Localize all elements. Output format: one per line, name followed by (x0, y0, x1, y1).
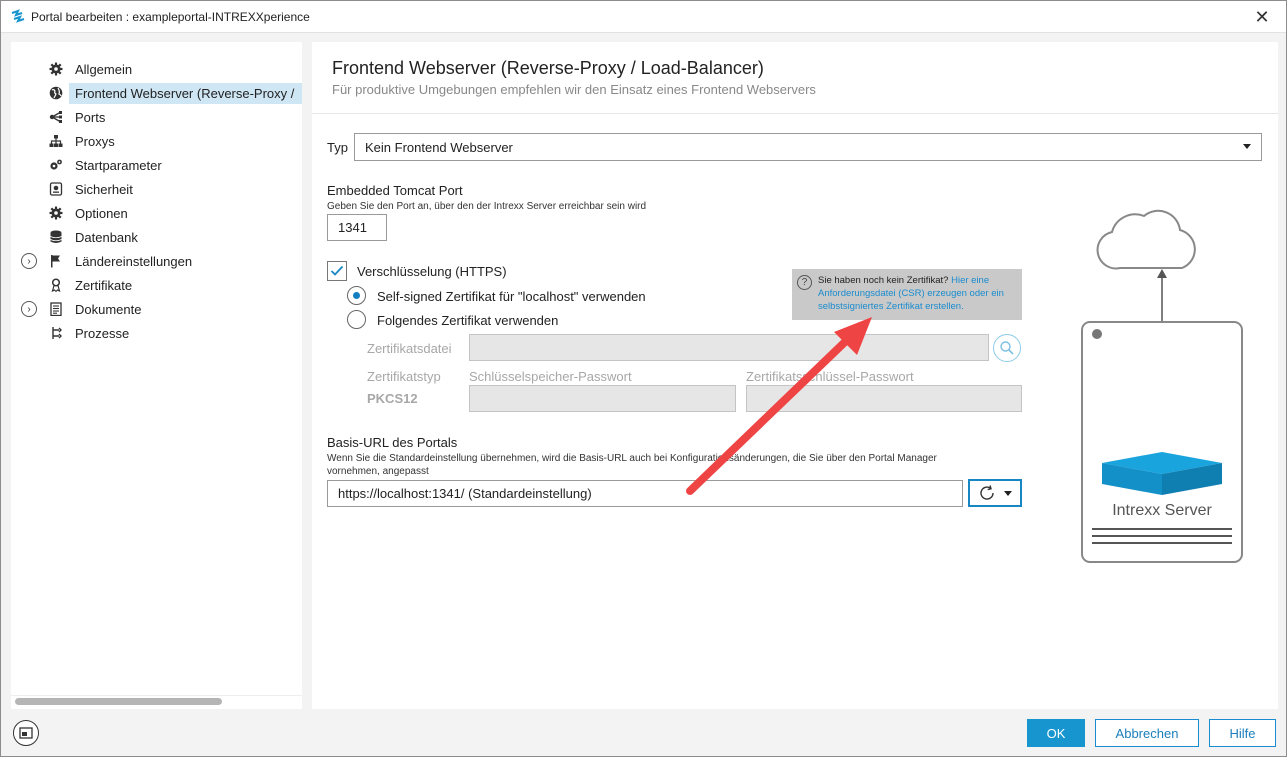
gear-icon (47, 60, 65, 78)
cloud-icon (1096, 209, 1196, 270)
sidebar-item-label: Frontend Webserver (Reverse-Proxy / (69, 82, 302, 104)
typ-label: Typ (327, 140, 348, 155)
sidebar-item-frontend-webserver[interactable]: Frontend Webserver (Reverse-Proxy / (11, 81, 302, 105)
dialog-window: Portal bearbeiten : exampleportal-INTREX… (0, 0, 1287, 757)
gears-icon (47, 156, 65, 174)
https-checkbox[interactable] (327, 261, 347, 281)
process-icon (47, 324, 65, 342)
cert-key-password-label: Zertifikatsschlüssel-Passwort (746, 369, 914, 384)
window-icon (19, 727, 33, 739)
globe-icon (47, 84, 65, 102)
sidebar-item-label: Ländereinstellungen (75, 253, 193, 269)
expand-icon[interactable]: › (21, 301, 37, 317)
base-url-help: Wenn Sie die Standardeinstellung überneh… (327, 453, 937, 477)
document-icon (47, 300, 65, 318)
ports-icon (47, 108, 65, 126)
sidebar-item-label: Proxys (75, 133, 115, 149)
checkmark-icon (330, 265, 344, 276)
keystore-password-label: Schlüsselspeicher-Passwort (469, 369, 632, 384)
sidebar-item-datenbank[interactable]: Datenbank (11, 225, 302, 249)
title-bar: Portal bearbeiten : exampleportal-INTREX… (1, 1, 1286, 33)
sidebar-item-label: Prozesse (75, 325, 130, 341)
chevron-down-icon (1243, 144, 1251, 149)
sidebar-item-label: Datenbank (75, 229, 138, 245)
sidebar-item-dokumente[interactable]: › Dokumente (11, 297, 302, 321)
certificate-hint: ? Sie haben noch kein Zertifikat? Hier e… (792, 269, 1022, 320)
keystore-password-input[interactable] (469, 385, 736, 412)
typ-select-value: Kein Frontend Webserver (365, 139, 513, 155)
sidebar-item-label: Dokumente (75, 301, 142, 317)
database-icon (47, 228, 65, 246)
base-url-input[interactable]: https://localhost:1341/ (Standardeinstel… (327, 480, 963, 507)
window-toggle-button[interactable] (13, 720, 39, 746)
tomcat-port-value: 1341 (338, 220, 367, 235)
cert-key-password-input[interactable] (746, 385, 1022, 412)
network-icon (47, 132, 65, 150)
https-label: Verschlüsselung (HTTPS) (357, 264, 507, 279)
intrexx-logo-icon (11, 9, 25, 23)
radio-following-cert-label: Folgendes Zertifikat verwenden (377, 313, 559, 328)
radio-self-signed-label: Self-signed Zertifikat für "localhost" v… (377, 289, 646, 304)
sidebar-item-prozesse[interactable]: Prozesse (11, 321, 302, 345)
horizontal-scrollbar[interactable] (11, 695, 302, 709)
help-button[interactable]: Hilfe (1209, 719, 1276, 747)
sidebar-item-sicherheit[interactable]: Sicherheit (11, 177, 302, 201)
chevron-down-icon (1004, 490, 1012, 496)
sidebar-item-allgemein[interactable]: Allgemein (11, 57, 302, 81)
radio-following-cert[interactable] (347, 310, 366, 329)
window-title: Portal bearbeiten : exampleportal-INTREX… (31, 10, 310, 24)
ok-button[interactable]: OK (1027, 719, 1085, 747)
question-icon: ? (797, 275, 812, 290)
page-subtitle: Für produktive Umgebungen empfehlen wir … (332, 82, 816, 97)
server-diagram: Intrexx Server (1081, 209, 1243, 563)
flag-icon (47, 252, 65, 270)
hint-text: Sie haben noch kein Zertifikat? (818, 275, 952, 286)
tomcat-port-label: Embedded Tomcat Port (327, 183, 463, 198)
search-icon (1000, 341, 1014, 355)
page-title: Frontend Webserver (Reverse-Proxy / Load… (332, 58, 764, 78)
sidebar-item-proxys[interactable]: Proxys (11, 129, 302, 153)
cert-type-value: PKCS12 (367, 391, 418, 406)
sidebar-item-laendereinstellungen[interactable]: › Ländereinstellungen (11, 249, 302, 273)
close-icon[interactable]: ✕ (1252, 7, 1272, 27)
cert-type-label: Zertifikatstyp (367, 369, 441, 384)
scrollbar-thumb[interactable] (15, 698, 222, 705)
sidebar-item-label: Optionen (75, 205, 128, 221)
server-box-icon (1081, 321, 1243, 563)
cancel-button[interactable]: Abbrechen (1095, 719, 1199, 747)
certificate-icon (47, 276, 65, 294)
server-label: Intrexx Server (1112, 502, 1212, 519)
gear-icon (47, 204, 65, 222)
cert-file-input[interactable] (469, 334, 989, 361)
sidebar-item-zertifikate[interactable]: Zertifikate (11, 273, 302, 297)
security-icon (47, 180, 65, 198)
sidebar-item-label: Ports (75, 109, 106, 125)
base-url-value: https://localhost:1341/ (Standardeinstel… (338, 486, 592, 501)
sidebar-item-label: Startparameter (75, 157, 162, 173)
base-url-label: Basis-URL des Portals (327, 435, 458, 450)
sidebar-item-label: Zertifikate (75, 277, 133, 293)
sidebar-item-ports[interactable]: Ports (11, 105, 302, 129)
refresh-icon (980, 485, 994, 500)
sidebar-item-label: Allgemein (75, 61, 133, 77)
sidebar-item-label: Sicherheit (75, 181, 133, 197)
typ-select[interactable]: Kein Frontend Webserver (354, 133, 1262, 161)
tomcat-port-input[interactable]: 1341 (327, 214, 387, 241)
search-button[interactable] (993, 334, 1021, 362)
sidebar-item-optionen[interactable]: Optionen (11, 201, 302, 225)
tomcat-port-help: Geben Sie den Port an, über den der Intr… (327, 201, 647, 212)
radio-self-signed[interactable] (347, 286, 366, 305)
panel-header: Frontend Webserver (Reverse-Proxy / Load… (312, 42, 1278, 114)
sidebar: Allgemein Frontend Webserver (Reverse-Pr… (11, 42, 302, 709)
sidebar-item-startparameter[interactable]: Startparameter (11, 153, 302, 177)
expand-icon[interactable]: › (21, 253, 37, 269)
cert-file-label: Zertifikatsdatei (367, 341, 452, 356)
refresh-dropdown-button[interactable] (968, 479, 1022, 507)
settings-panel: Frontend Webserver (Reverse-Proxy / Load… (312, 42, 1278, 709)
